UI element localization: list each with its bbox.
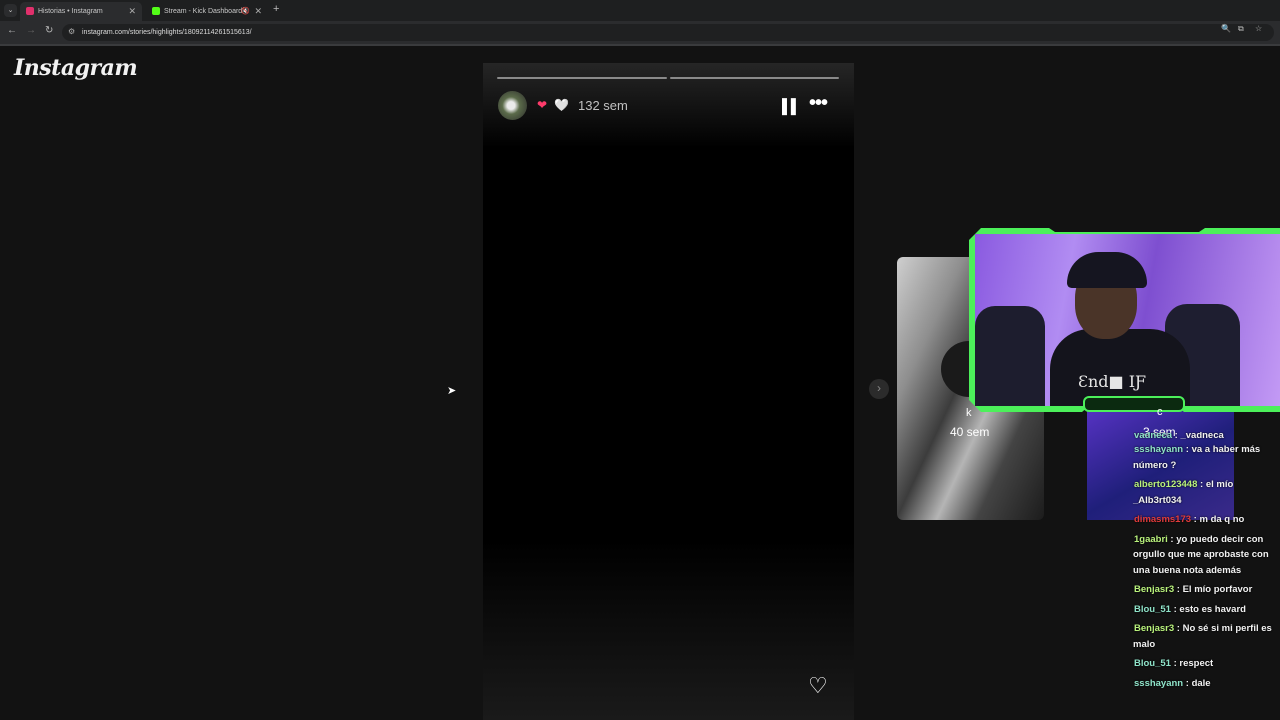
story-progress-bar (497, 77, 667, 79)
chat-text: : esto es havard (1170, 603, 1246, 615)
mute-tab-icon[interactable]: 🔇 (241, 2, 250, 21)
gaming-chair (975, 306, 1045, 406)
mouse-cursor-icon: ➤ (447, 385, 457, 397)
chat-text: : respect (1170, 658, 1214, 669)
install-app-icon[interactable]: ⧉ (1238, 24, 1244, 34)
overlay-name-strip (1083, 396, 1185, 412)
close-tab-icon[interactable]: ✕ (128, 2, 136, 21)
preview-username: c (1157, 406, 1163, 418)
browser-tab-bar: ⌄ Historias • Instagram ✕ Stream - Kick … (0, 0, 1280, 21)
webcam-feed: Ɛnd■ IƑ (975, 234, 1280, 406)
browser-toolbar: ← → ↻ ⚙ instagram.com/stories/highlights… (0, 21, 1280, 44)
tab-instagram[interactable]: Historias • Instagram ✕ (20, 2, 142, 21)
new-tab-button[interactable]: + (273, 3, 279, 15)
pause-icon[interactable]: ▌▌ (782, 98, 801, 114)
chat-username: ssshayann (1134, 444, 1184, 455)
chat-message: alberto123448 : el mío _Alb3rt034 (1133, 475, 1280, 510)
chat-username: ssshayann (1134, 677, 1184, 689)
instagram-favicon-icon (26, 7, 34, 15)
shirt-logo: Ɛnd■ IƑ (1078, 372, 1147, 391)
address-bar[interactable]: ⚙ instagram.com/stories/highlights/18092… (62, 24, 1274, 41)
back-button[interactable]: ← (7, 25, 17, 36)
chat-username: dimasms173 (1134, 514, 1192, 525)
story-footer-gradient (483, 540, 854, 720)
url-text[interactable]: instagram.com/stories/highlights/1809211… (82, 24, 252, 41)
story-progress-bar (670, 77, 839, 79)
heart-emoji: ❤ (537, 98, 548, 112)
streamer-cap (1067, 252, 1147, 288)
chat-message: dimasms173 : m da q no (1133, 510, 1280, 530)
tab-title: Historias • Instagram (38, 8, 103, 15)
tab-kick-dashboard[interactable]: Stream - Kick Dashboard 🔇 ✕ (146, 2, 268, 21)
chat-username: vadneca (1134, 432, 1173, 440)
close-tab-icon[interactable]: ✕ (254, 2, 262, 21)
preview-username: k (966, 407, 972, 419)
zoom-icon[interactable]: 🔍 (1221, 24, 1231, 33)
chat-username: Benjasr3 (1134, 623, 1175, 634)
bookmark-star-icon[interactable]: ☆ (1255, 24, 1262, 33)
story-viewer[interactable]: ❤ 🤍 132 sem ▌▌ ••• ♡ (483, 63, 854, 720)
preview-timestamp: 40 sem (950, 425, 990, 439)
like-heart-icon[interactable]: ♡ (808, 673, 828, 699)
chat-message: ssshayann : va a haber más número ? (1133, 440, 1280, 475)
streamer-body (1050, 329, 1190, 406)
avatar[interactable] (498, 91, 527, 120)
chat-text: : m da q no (1191, 514, 1245, 525)
chat-text: : _vadneca (1172, 432, 1224, 440)
page-divider (0, 44, 1280, 46)
chat-message: Benjasr3 : El mío porfavor (1133, 580, 1280, 600)
reload-button[interactable]: ↻ (45, 25, 53, 36)
kick-favicon-icon (152, 7, 160, 15)
chat-message: vadneca : _vadneca (1133, 432, 1280, 440)
chat-username: Benjasr3 (1134, 584, 1175, 595)
forward-button[interactable]: → (26, 25, 36, 36)
chat-message: Benjasr3 : No sé si mi perfil es malo (1133, 619, 1280, 654)
tab-title: Stream - Kick Dashboard (164, 8, 243, 15)
chat-message: ssshayann : dale (1133, 674, 1280, 694)
chat-message: 1gaabri : yo puedo decir con orgullo que… (1133, 530, 1280, 581)
chat-text: : El mío porfavor (1174, 584, 1253, 595)
tab-search-button[interactable]: ⌄ (4, 4, 17, 17)
chat-username: 1gaabri (1134, 533, 1168, 545)
chat-message: Blou_51 : esto es havard (1133, 600, 1280, 620)
chat-username: Blou_51 (1134, 658, 1171, 669)
chat-message: Blou_51 : respect (1133, 654, 1280, 674)
next-story-chevron-icon[interactable]: › (869, 379, 889, 399)
chat-text: : dale (1183, 677, 1211, 689)
white-heart-emoji: 🤍 (554, 98, 569, 112)
chat-username: alberto123448 (1134, 479, 1198, 490)
instagram-logo[interactable]: Instagram (14, 55, 138, 81)
stream-chat: vadneca : _vadneca ssshayann : va a haber… (1133, 432, 1280, 693)
more-options-icon[interactable]: ••• (809, 92, 828, 115)
chat-username: Blou_51 (1134, 603, 1171, 615)
story-timestamp: 132 sem (578, 98, 628, 113)
site-info-icon[interactable]: ⚙ (68, 27, 75, 36)
